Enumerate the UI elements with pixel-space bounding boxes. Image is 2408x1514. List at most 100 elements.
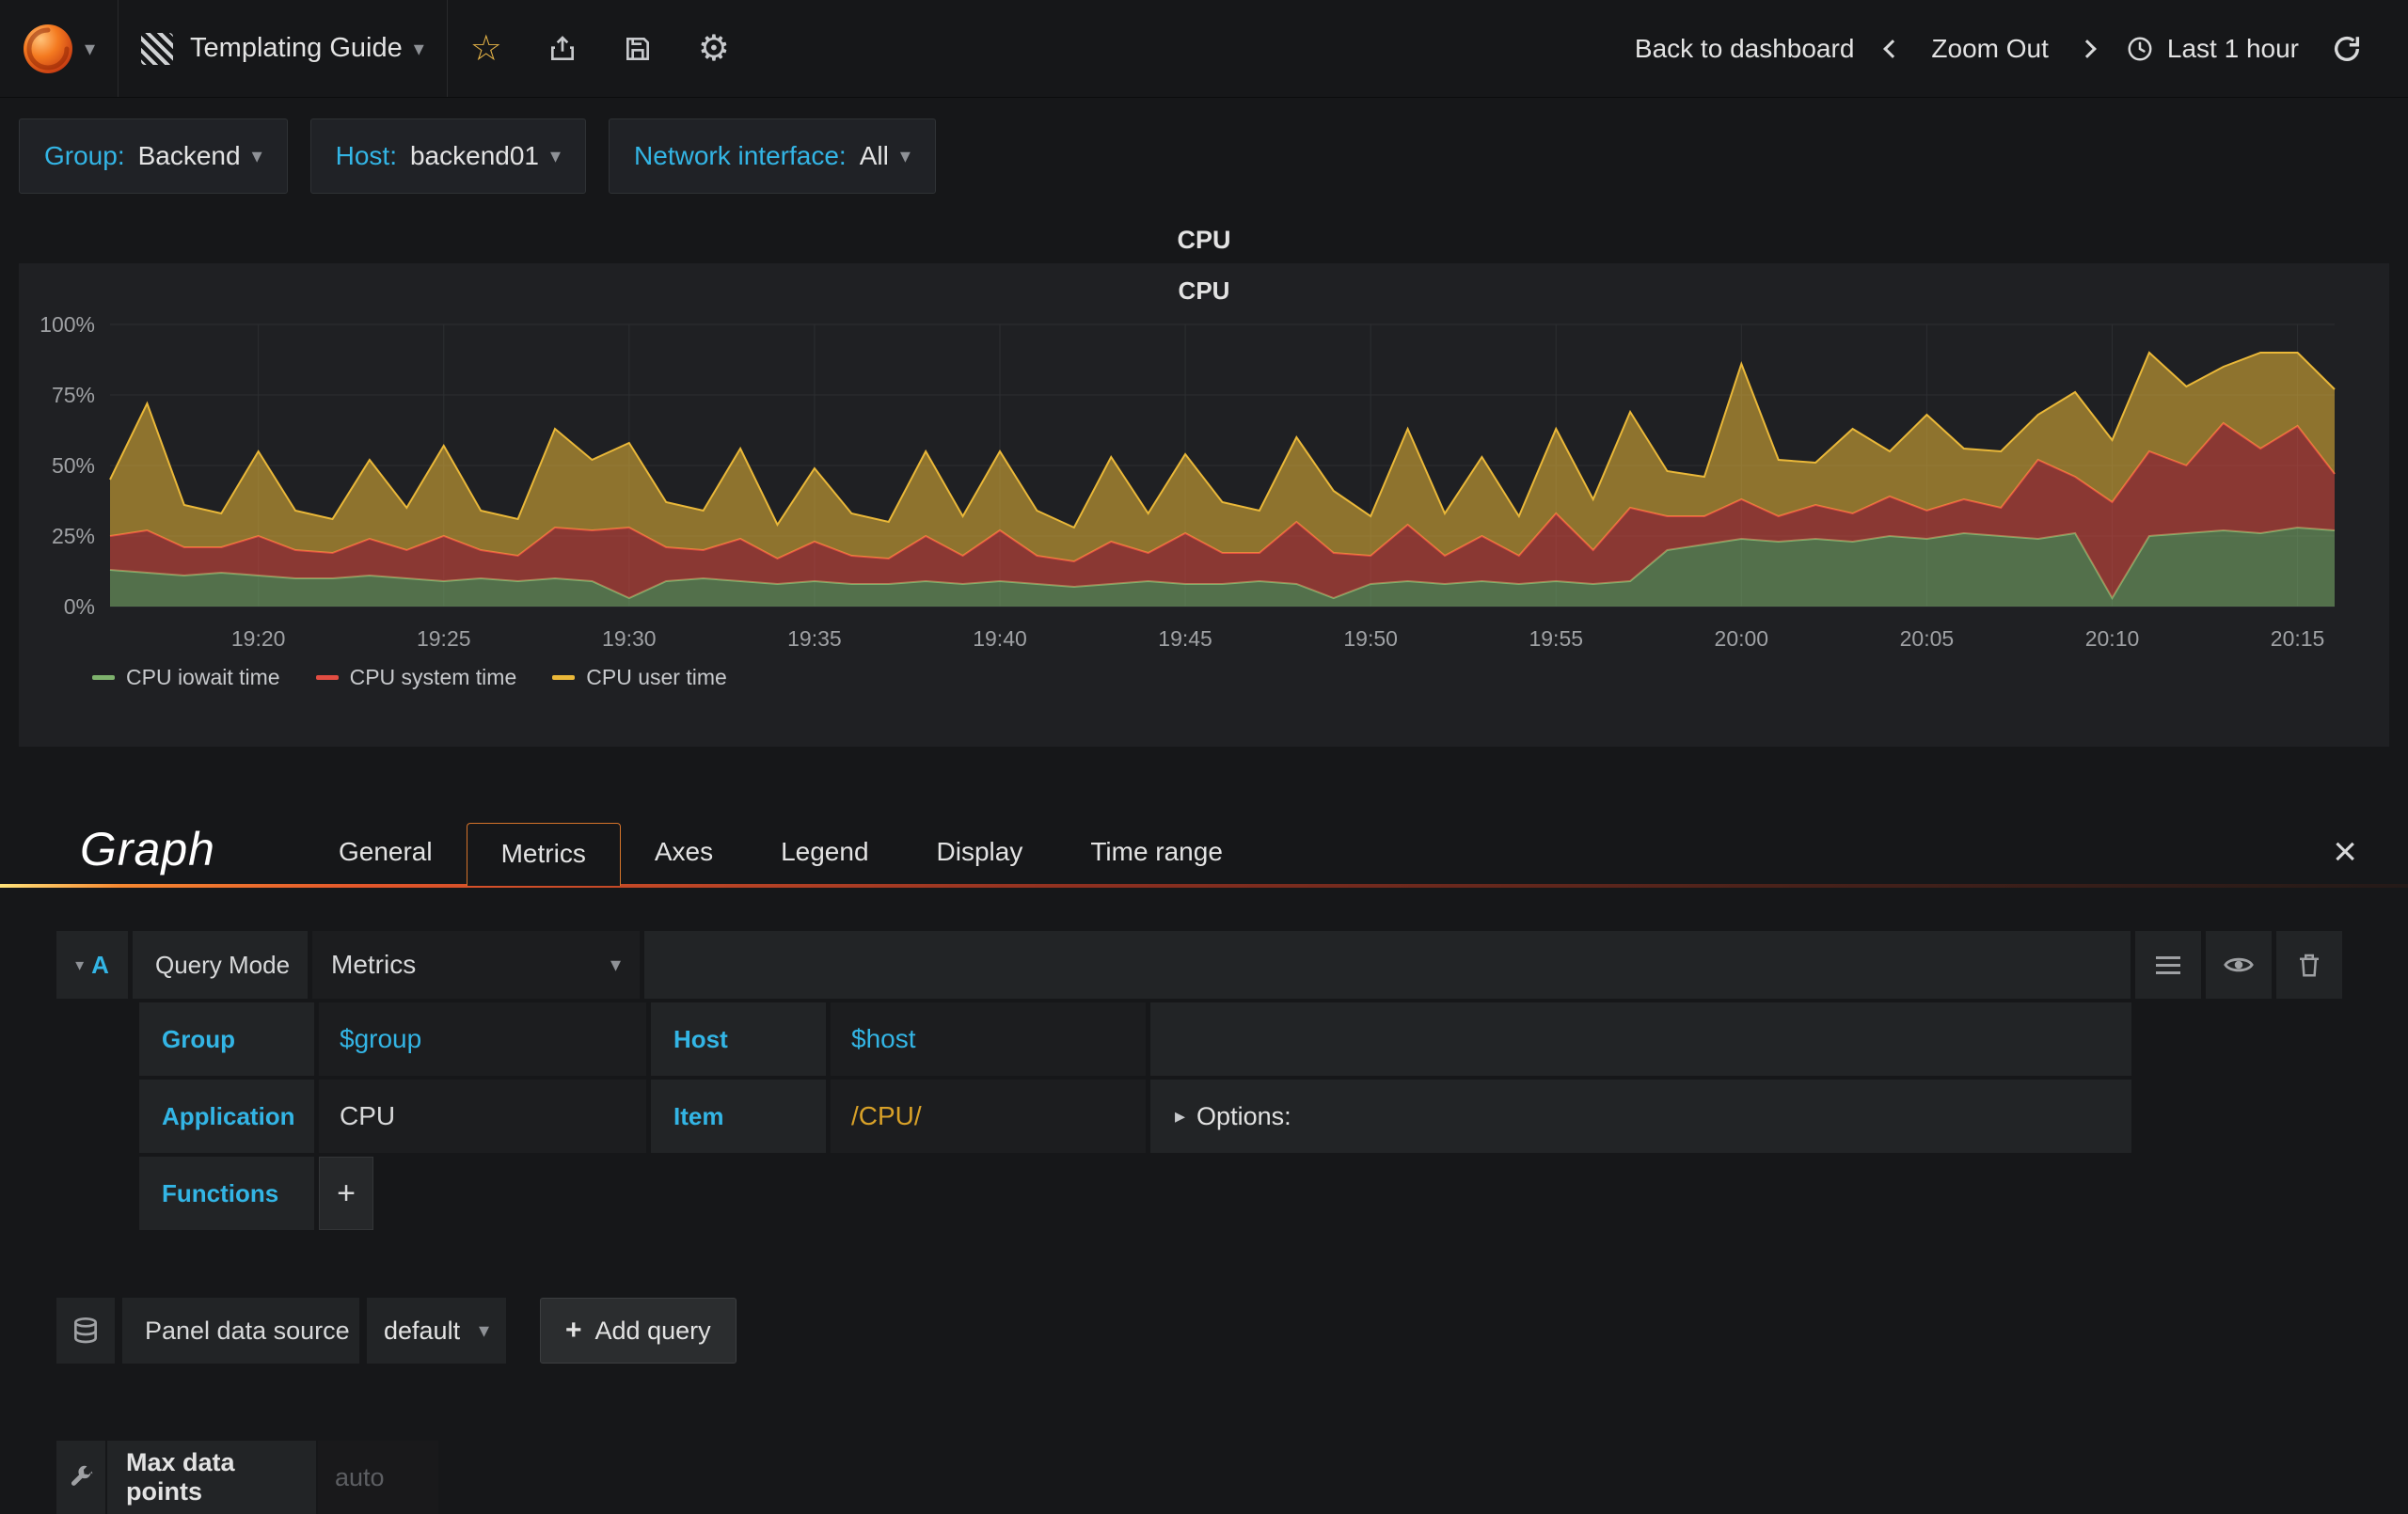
svg-text:19:50: 19:50 — [1343, 626, 1398, 651]
functions-label: Functions — [139, 1157, 314, 1230]
share-dashboard-button[interactable] — [525, 0, 600, 97]
svg-text:19:35: 19:35 — [787, 626, 842, 651]
datasource-row: Panel data source default ▾ + Add query — [56, 1298, 737, 1364]
wrench-icon — [71, 1465, 93, 1486]
svg-text:19:25: 19:25 — [417, 626, 471, 651]
query-menu-button[interactable] — [2135, 931, 2201, 999]
legend-item-user[interactable]: CPU user time — [552, 665, 727, 690]
tab-time-range[interactable]: Time range — [1056, 820, 1257, 884]
host-value-field[interactable]: $host — [831, 1002, 1146, 1076]
top-navbar: ▾ Templating Guide ▾ ☆ ⚙ Back to dashboa… — [0, 0, 2408, 98]
tab-display[interactable]: Display — [903, 820, 1057, 884]
legend-item-iowait[interactable]: CPU iowait time — [92, 665, 280, 690]
dashboard-title: Templating Guide — [190, 33, 403, 63]
star-icon: ☆ — [469, 28, 502, 69]
options-toggle[interactable]: ▸ Options: — [1150, 1080, 2131, 1153]
time-shift-back-button[interactable] — [1873, 39, 1912, 58]
variable-label: Network interface: — [634, 141, 847, 170]
query-collapse-toggle[interactable]: ▾ A — [56, 931, 128, 999]
tab-general[interactable]: General — [305, 820, 467, 884]
save-icon — [626, 37, 649, 60]
group-value: $group — [340, 1024, 422, 1053]
legend-swatch — [315, 675, 339, 680]
gear-icon: ⚙ — [697, 28, 730, 69]
query-visibility-button[interactable] — [2206, 931, 2272, 999]
svg-text:19:20: 19:20 — [231, 626, 286, 651]
tab-legend[interactable]: Legend — [747, 820, 902, 884]
variable-network-interface-dropdown[interactable]: Network interface: All ▾ — [609, 118, 936, 194]
grafana-menu-button[interactable]: ▾ — [0, 0, 118, 97]
query-mode-select[interactable]: Metrics ▾ — [312, 931, 640, 999]
variable-host-dropdown[interactable]: Host: backend01 ▾ — [309, 118, 587, 194]
panel-body: CPU 0% 25% 50% 75% 100% 19:20 19:25 19:30 19:35 1… — [19, 263, 2389, 747]
datasource-select[interactable]: default ▾ — [367, 1298, 506, 1364]
host-label: Host — [651, 1002, 826, 1076]
svg-text:50%: 50% — [52, 453, 95, 478]
add-function-button[interactable]: + — [319, 1157, 373, 1230]
grafana-logo-icon — [24, 24, 72, 73]
time-range-button[interactable]: Last 1 hour — [2107, 34, 2318, 64]
application-label-text: Application — [162, 1101, 295, 1130]
cpu-chart[interactable]: 0% 25% 50% 75% 100% 19:20 19:25 19:30 19:35 19:40… — [21, 313, 2387, 663]
svg-text:100%: 100% — [40, 313, 95, 337]
add-query-label: Add query — [594, 1316, 711, 1345]
query-editor: ▾ A Query Mode Metrics ▾ Group $group Ho… — [56, 931, 2342, 1230]
item-value-field[interactable]: /CPU/ — [831, 1080, 1146, 1153]
group-value-field[interactable]: $group — [319, 1002, 646, 1076]
back-to-dashboard-button[interactable]: Back to dashboard — [1616, 34, 1874, 64]
add-query-button[interactable]: + Add query — [540, 1298, 737, 1364]
editor-panel-type: Graph — [80, 823, 215, 875]
menu-icon — [2156, 955, 2180, 974]
legend-label: CPU iowait time — [126, 665, 280, 689]
query-mode-label-text: Query Mode — [155, 950, 291, 979]
clock-icon — [2128, 37, 2152, 60]
legend-item-system[interactable]: CPU system time — [315, 665, 516, 690]
svg-text:20:10: 20:10 — [2085, 626, 2140, 651]
max-data-points-input[interactable] — [318, 1441, 438, 1514]
chevron-left-icon — [1883, 39, 1903, 58]
variable-value: Backend — [137, 141, 241, 170]
tab-axes[interactable]: Axes — [621, 820, 747, 884]
settings-button[interactable]: ⚙ — [675, 0, 752, 97]
max-data-points-label: Max data points — [107, 1441, 316, 1514]
editor-accent-line — [0, 884, 2408, 888]
svg-text:0%: 0% — [64, 594, 95, 619]
trash-icon — [2300, 954, 2319, 977]
chevron-down-icon: ▾ — [75, 955, 85, 974]
options-label: Options: — [1196, 1101, 1291, 1130]
editor-header: Graph General Metrics Axes Legend Displa… — [0, 799, 2408, 886]
dashboard-title-button[interactable]: Templating Guide ▾ — [119, 0, 447, 97]
editor-tabs: General Metrics Axes Legend Display Time… — [305, 820, 1257, 886]
chevron-down-icon: ▾ — [550, 144, 562, 167]
group-label-text: Group — [162, 1024, 235, 1053]
time-shift-forward-button[interactable] — [2067, 39, 2107, 58]
query-row-spacer — [1150, 1002, 2131, 1076]
save-dashboard-button[interactable] — [600, 0, 675, 97]
dashboard-grid-icon — [141, 32, 174, 65]
datasource-icon-box — [56, 1298, 115, 1364]
legend-swatch — [92, 675, 115, 680]
refresh-button[interactable] — [2318, 33, 2376, 65]
navbar-left: ▾ Templating Guide ▾ ☆ ⚙ — [0, 0, 752, 97]
svg-text:75%: 75% — [52, 383, 95, 407]
svg-text:19:30: 19:30 — [602, 626, 657, 651]
query-row-spacer — [644, 931, 2131, 999]
panel-title[interactable]: CPU — [19, 216, 2389, 263]
item-value: /CPU/ — [851, 1101, 922, 1130]
close-editor-button[interactable]: × — [2333, 831, 2357, 884]
tab-metrics[interactable]: Metrics — [466, 823, 621, 886]
chevron-right-icon: ▸ — [1175, 1104, 1186, 1128]
variable-group-dropdown[interactable]: Group: Backend ▾ — [19, 118, 288, 194]
query-row-functions: Functions + — [139, 1157, 2131, 1230]
query-delete-button[interactable] — [2276, 931, 2342, 999]
legend-label: CPU user time — [586, 665, 727, 689]
application-value-field[interactable]: CPU — [319, 1080, 646, 1153]
datasource-label-text: Panel data source — [145, 1316, 350, 1345]
chevron-down-icon: ▾ — [85, 36, 96, 60]
star-dashboard-button[interactable]: ☆ — [448, 0, 525, 97]
item-label: Item — [651, 1080, 826, 1153]
zoom-out-button[interactable]: Zoom Out — [1912, 34, 2067, 64]
query-mode-value: Metrics — [331, 950, 417, 979]
refresh-icon — [2334, 36, 2360, 61]
query-mode-label: Query Mode — [133, 931, 308, 999]
